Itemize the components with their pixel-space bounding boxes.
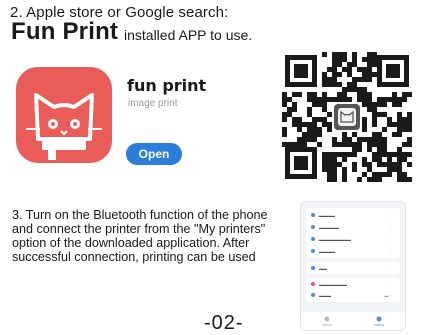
phone-menu-row: ▬▬▬ ▬ ›	[311, 290, 395, 300]
cat-app-icon	[16, 67, 112, 163]
brand-name: Fun Print	[11, 18, 119, 45]
brand-suffix: installed APP to use.	[124, 27, 253, 43]
phone-tab-bar	[301, 312, 405, 330]
app-name: fun print	[127, 76, 207, 95]
phone-menu-card: ▬▬ ›	[306, 262, 400, 274]
app-subtitle: image print	[128, 98, 178, 109]
phone-menu-card: ▬▬▬▬▬▬▬ › ▬▬▬ ▬ ›	[306, 278, 400, 302]
phone-menu-card: ▬▬▬▬ › ▬▬▬▬▬ › ▬▬▬▬▬▬▬▬ › ▬▬▬▬ ›	[306, 208, 400, 258]
phone-menu-row: ▬▬▬▬ ›	[311, 210, 395, 220]
qr-code	[282, 52, 412, 182]
phone-menu-row: ▬▬▬▬▬ ›	[311, 222, 395, 232]
phone-screenshot: ▬▬▬▬ › ▬▬▬▬▬ › ▬▬▬▬▬▬▬▬ › ▬▬▬▬ › ▬▬ › ▬▬▬▬▬▬▬…	[300, 201, 406, 331]
phone-menu-row: ▬▬▬▬▬▬▬ ›	[311, 279, 395, 289]
phone-menu-row: ▬▬ ›	[311, 263, 395, 273]
open-button[interactable]: Open	[126, 143, 182, 165]
phone-menu-row: ▬▬▬▬▬▬▬▬ ›	[311, 234, 395, 244]
page-number: -02-	[204, 312, 244, 334]
phone-menu-row: ▬▬▬▬ ›	[311, 246, 395, 256]
step-3-instruction: 3. Turn on the Bluetooth function of the…	[12, 208, 268, 264]
